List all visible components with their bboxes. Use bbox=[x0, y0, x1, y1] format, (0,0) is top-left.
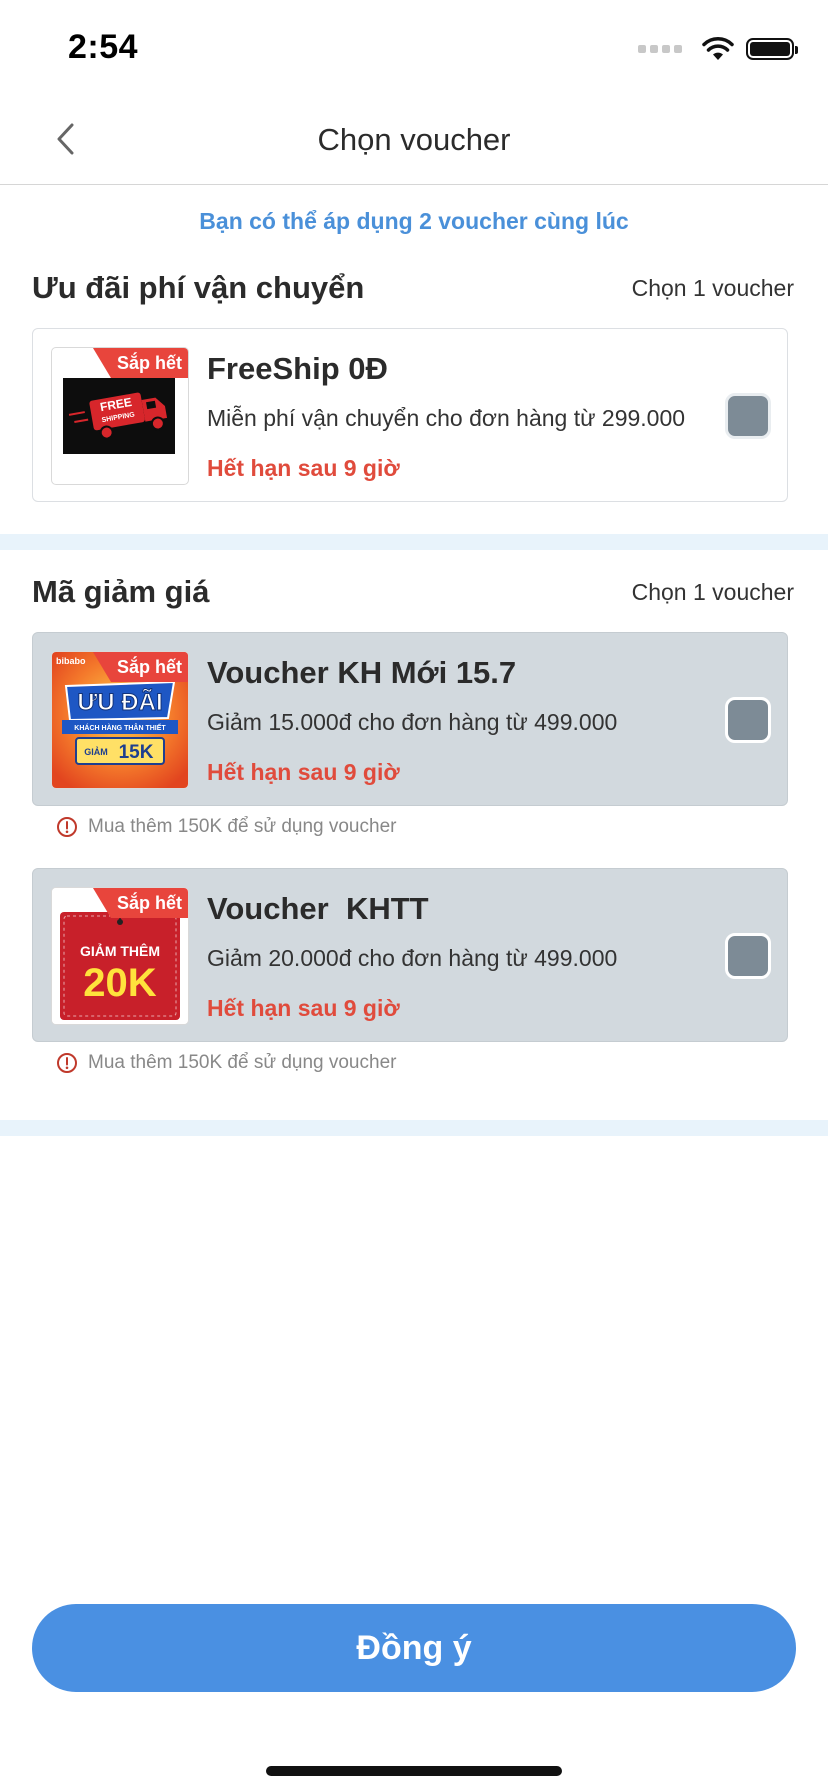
voucher-checkbox[interactable] bbox=[725, 697, 771, 743]
svg-text:15K: 15K bbox=[119, 742, 154, 763]
svg-text:GIẢM: GIẢM bbox=[84, 746, 108, 757]
voucher-description: Giảm 15.000đ cho đơn hàng từ 499.000 bbox=[207, 709, 618, 735]
voucher-title: Voucher KH Mới 15.7 bbox=[207, 655, 517, 690]
svg-text:GIẢM THÊM: GIẢM THÊM bbox=[80, 942, 160, 959]
svg-text:20K: 20K bbox=[83, 961, 156, 1005]
voucher-thumbnail: bibabo ƯU ĐÃI KHÁCH HÀNG THÂN THIẾT GIẢM… bbox=[51, 651, 189, 789]
battery-icon bbox=[746, 38, 798, 60]
voucher-info-text: Bạn có thể áp dụng 2 voucher cùng lúc bbox=[199, 208, 629, 234]
shipping-section-header: Ưu đãi phí vận chuyển Chọn 1 voucher bbox=[32, 268, 794, 308]
shipping-section-title: Ưu đãi phí vận chuyển bbox=[32, 270, 365, 305]
discount-section-hint: Chọn 1 voucher bbox=[631, 578, 794, 605]
voucher-card-new-customer[interactable]: bibabo ƯU ĐÃI KHÁCH HÀNG THÂN THIẾT GIẢM… bbox=[32, 632, 788, 806]
voucher-checkbox[interactable] bbox=[725, 393, 771, 439]
alert-circle-icon bbox=[57, 817, 77, 837]
voucher-expiry: Hết hạn sau 9 giờ bbox=[207, 995, 400, 1021]
voucher-expiry: Hết hạn sau 9 giờ bbox=[207, 455, 400, 481]
section-separator bbox=[0, 1120, 828, 1136]
shipping-section-hint: Chọn 1 voucher bbox=[631, 274, 794, 301]
page-title: Chọn voucher bbox=[317, 122, 511, 157]
voucher-warning: Mua thêm 150K để sử dụng voucher bbox=[56, 816, 396, 838]
voucher-warning: Mua thêm 150K để sử dụng voucher bbox=[56, 1052, 396, 1074]
section-separator bbox=[0, 534, 828, 550]
nav-bar: Chọn voucher bbox=[0, 96, 828, 185]
cellular-signal-icon bbox=[638, 45, 682, 53]
status-icons bbox=[638, 34, 798, 64]
status-time: 2:54 bbox=[68, 28, 139, 66]
voucher-description: Miễn phí vận chuyển cho đơn hàng từ 299.… bbox=[207, 405, 686, 431]
alert-circle-icon bbox=[57, 1053, 77, 1073]
svg-text:ƯU ĐÃI: ƯU ĐÃI bbox=[77, 688, 162, 716]
status-bar: 2:54 bbox=[0, 0, 828, 96]
confirm-button[interactable]: Đồng ý bbox=[32, 1604, 796, 1692]
svg-text:bibabo: bibabo bbox=[56, 656, 86, 666]
voucher-expiry: Hết hạn sau 9 giờ bbox=[207, 759, 400, 785]
voucher-warning-text: Mua thêm 150K để sử dụng voucher bbox=[88, 816, 397, 837]
wifi-icon bbox=[702, 37, 734, 60]
voucher-card-freeship[interactable]: FREE SHIPPING Sắp hết FreeShip 0Đ Miễn p… bbox=[32, 328, 788, 502]
voucher-card-khtt[interactable]: GIẢM THÊM 20K Sắp hết Voucher KHTT Giảm … bbox=[32, 868, 788, 1042]
voucher-title: FreeShip 0Đ bbox=[207, 351, 388, 386]
discount-section-title: Mã giảm giá bbox=[32, 574, 210, 609]
discount-section-header: Mã giảm giá Chọn 1 voucher bbox=[32, 572, 794, 612]
home-indicator bbox=[266, 1766, 562, 1776]
voucher-thumbnail: GIẢM THÊM 20K Sắp hết bbox=[51, 887, 189, 1025]
voucher-title: Voucher KHTT bbox=[207, 891, 429, 926]
voucher-checkbox[interactable] bbox=[725, 933, 771, 979]
voucher-description: Giảm 20.000đ cho đơn hàng từ 499.000 bbox=[207, 945, 618, 971]
voucher-thumbnail: FREE SHIPPING Sắp hết bbox=[51, 347, 189, 485]
voucher-warning-text: Mua thêm 150K để sử dụng voucher bbox=[88, 1052, 397, 1073]
